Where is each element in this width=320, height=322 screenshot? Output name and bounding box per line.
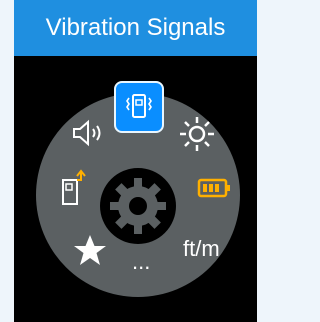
speaker-icon[interactable] [70, 118, 108, 148]
units-toggle[interactable]: ft/m [183, 235, 220, 263]
export-icon[interactable] [60, 168, 90, 208]
page-title: Vibration Signals [14, 0, 257, 56]
vibration-icon [126, 94, 152, 118]
brightness-icon[interactable] [178, 115, 216, 153]
device-screen: Vibration Signals ... ft/m [14, 0, 257, 322]
more-button[interactable]: ... [132, 248, 150, 276]
star-icon[interactable] [72, 233, 108, 269]
battery-icon[interactable] [197, 176, 233, 200]
gear-icon[interactable] [100, 168, 176, 244]
